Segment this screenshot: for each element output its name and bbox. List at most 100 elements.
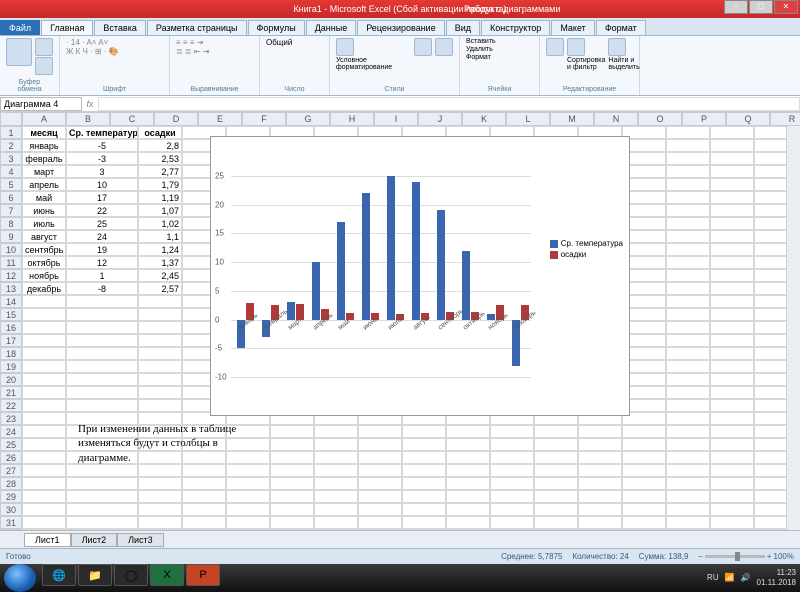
tab-data[interactable]: Данные xyxy=(306,20,357,35)
cell[interactable] xyxy=(66,464,138,477)
cell[interactable]: 19 xyxy=(66,243,138,256)
cell[interactable] xyxy=(270,529,314,530)
cell[interactable] xyxy=(710,139,754,152)
cell[interactable]: 2,45 xyxy=(138,269,182,282)
cell[interactable] xyxy=(66,386,138,399)
cell[interactable]: 22 xyxy=(66,204,138,217)
cell[interactable] xyxy=(22,321,66,334)
cell[interactable] xyxy=(578,451,622,464)
tab-chart-design[interactable]: Конструктор xyxy=(481,20,550,35)
cell[interactable] xyxy=(710,165,754,178)
cell[interactable] xyxy=(710,243,754,256)
cell[interactable] xyxy=(666,217,710,230)
row-header[interactable]: 18 xyxy=(0,347,22,360)
row-header[interactable]: 30 xyxy=(0,503,22,516)
cell[interactable] xyxy=(578,477,622,490)
cell[interactable] xyxy=(710,464,754,477)
cell[interactable] xyxy=(666,477,710,490)
cell[interactable] xyxy=(666,503,710,516)
cell[interactable] xyxy=(138,321,182,334)
cell[interactable] xyxy=(666,152,710,165)
cell[interactable] xyxy=(226,503,270,516)
cell[interactable] xyxy=(622,516,666,529)
copy-icon[interactable] xyxy=(35,57,53,75)
col-header[interactable]: O xyxy=(638,112,682,126)
cell[interactable] xyxy=(710,152,754,165)
col-header[interactable]: N xyxy=(594,112,638,126)
cell[interactable] xyxy=(710,438,754,451)
cell[interactable]: август xyxy=(22,230,66,243)
cell[interactable] xyxy=(446,425,490,438)
tab-home[interactable]: Главная xyxy=(41,20,93,35)
col-header[interactable]: I xyxy=(374,112,418,126)
cell[interactable] xyxy=(22,425,66,438)
cell[interactable] xyxy=(534,464,578,477)
col-header[interactable]: R xyxy=(770,112,800,126)
cell[interactable] xyxy=(710,269,754,282)
cell[interactable] xyxy=(490,477,534,490)
cell[interactable] xyxy=(666,386,710,399)
system-tray[interactable]: RU 📶 🔊 11:2301.11.2018 xyxy=(707,568,796,587)
col-header[interactable]: Q xyxy=(726,112,770,126)
cell[interactable] xyxy=(666,425,710,438)
row-header[interactable]: 25 xyxy=(0,438,22,451)
cell[interactable] xyxy=(22,295,66,308)
cell[interactable] xyxy=(622,438,666,451)
tray-volume-icon[interactable]: 🔊 xyxy=(741,573,751,583)
cell[interactable] xyxy=(314,451,358,464)
cell[interactable] xyxy=(710,490,754,503)
cell[interactable]: 24 xyxy=(66,230,138,243)
cell[interactable] xyxy=(578,438,622,451)
cell[interactable] xyxy=(446,516,490,529)
cell[interactable]: -3 xyxy=(66,152,138,165)
col-header[interactable]: A xyxy=(22,112,66,126)
cell[interactable] xyxy=(358,503,402,516)
chart-object[interactable]: -10-50510152025январьфевральмартапрельма… xyxy=(210,136,630,416)
row-header[interactable]: 6 xyxy=(0,191,22,204)
cell[interactable]: 10 xyxy=(66,178,138,191)
cell[interactable] xyxy=(22,334,66,347)
tab-page-layout[interactable]: Разметка страницы xyxy=(147,20,247,35)
col-header[interactable]: J xyxy=(418,112,462,126)
cell[interactable]: январь xyxy=(22,139,66,152)
cell[interactable] xyxy=(666,269,710,282)
cell[interactable] xyxy=(22,503,66,516)
cell[interactable] xyxy=(22,529,66,530)
cell[interactable] xyxy=(22,451,66,464)
cell[interactable] xyxy=(66,490,138,503)
cell[interactable] xyxy=(666,191,710,204)
cell[interactable] xyxy=(710,321,754,334)
col-header[interactable]: P xyxy=(682,112,726,126)
cell[interactable] xyxy=(622,451,666,464)
cell[interactable] xyxy=(314,438,358,451)
cell[interactable] xyxy=(358,516,402,529)
cell[interactable] xyxy=(446,477,490,490)
cell[interactable] xyxy=(666,334,710,347)
cell[interactable] xyxy=(666,451,710,464)
row-header[interactable]: 4 xyxy=(0,165,22,178)
cell[interactable] xyxy=(490,503,534,516)
cell[interactable] xyxy=(402,477,446,490)
cell-styles-icon[interactable] xyxy=(435,38,453,56)
find-icon[interactable] xyxy=(608,38,626,56)
cell[interactable] xyxy=(138,399,182,412)
cell[interactable] xyxy=(138,503,182,516)
cell[interactable] xyxy=(710,217,754,230)
cell[interactable] xyxy=(710,191,754,204)
cell[interactable] xyxy=(402,529,446,530)
cell[interactable] xyxy=(710,451,754,464)
cell[interactable] xyxy=(402,451,446,464)
cell[interactable] xyxy=(22,308,66,321)
cell[interactable] xyxy=(666,321,710,334)
cell[interactable] xyxy=(22,386,66,399)
col-header[interactable]: H xyxy=(330,112,374,126)
cell[interactable] xyxy=(710,282,754,295)
cell[interactable]: 1,79 xyxy=(138,178,182,191)
table-format-icon[interactable] xyxy=(414,38,432,56)
cell[interactable] xyxy=(402,503,446,516)
cell[interactable]: апрель xyxy=(22,178,66,191)
cell[interactable] xyxy=(22,373,66,386)
cell[interactable] xyxy=(666,412,710,425)
cell[interactable] xyxy=(710,126,754,139)
cell[interactable] xyxy=(446,451,490,464)
